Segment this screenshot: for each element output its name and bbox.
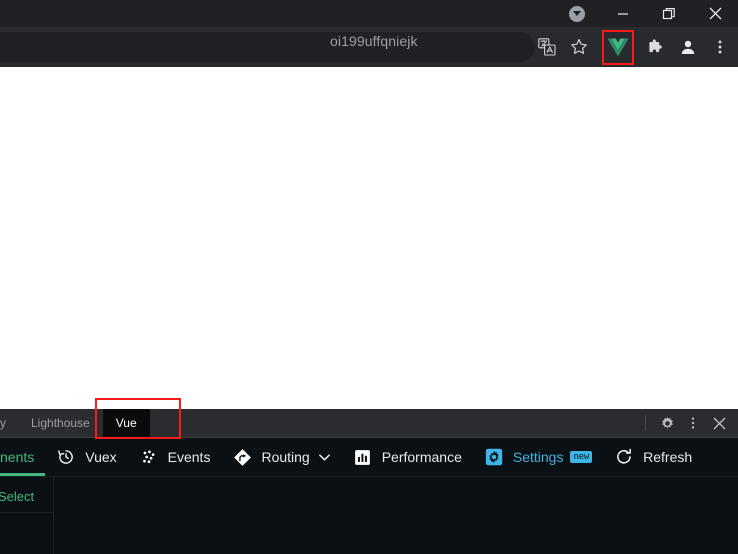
devtools-more-options-icon[interactable] xyxy=(680,411,706,435)
vue-tab-label: Refresh xyxy=(643,449,693,465)
close-button[interactable] xyxy=(692,0,738,27)
minimize-button[interactable] xyxy=(600,0,646,27)
devtools-tab-label: Vue xyxy=(115,416,137,430)
vue-extension-icon[interactable] xyxy=(603,32,633,62)
devtools-tab-label: y xyxy=(0,416,6,430)
bookmark-star-icon[interactable] xyxy=(564,32,594,62)
vue-tab-label: Performance xyxy=(381,449,462,465)
chevron-down-icon[interactable] xyxy=(318,451,331,464)
restore-button[interactable] xyxy=(646,0,692,27)
history-clock-icon xyxy=(56,447,76,467)
routing-diamond-icon xyxy=(232,447,252,467)
devtools-panel: y Lighthouse Vue nents Vuex Events Routi… xyxy=(0,409,738,554)
translate-icon[interactable] xyxy=(532,32,562,62)
vue-tab-routing[interactable]: Routing xyxy=(221,438,341,476)
sidebar-divider xyxy=(0,512,53,513)
vue-tab-vuex[interactable]: Vuex xyxy=(45,438,127,476)
page-viewport xyxy=(0,67,738,409)
vue-detail-pane xyxy=(54,477,738,554)
devtools-controls xyxy=(637,409,738,437)
devtools-tab-vue[interactable]: Vue xyxy=(102,409,150,437)
devtools-close-icon[interactable] xyxy=(706,411,732,435)
devtools-divider xyxy=(645,415,646,431)
select-label[interactable]: Select xyxy=(0,483,34,504)
new-badge: new xyxy=(570,451,593,463)
devtools-tab-security[interactable]: y xyxy=(0,409,18,437)
vue-component-sidebar: Select xyxy=(0,477,54,554)
settings-gear-icon xyxy=(484,447,504,467)
address-bar[interactable] xyxy=(0,32,535,62)
vue-tab-components[interactable]: nents xyxy=(0,438,46,476)
vue-devtools-toolbar: nents Vuex Events Routing Performance Se… xyxy=(0,438,738,477)
devtools-tab-label: Lighthouse xyxy=(31,416,90,430)
browser-toolbar: oi199uffqniejk xyxy=(0,27,738,67)
vue-tab-performance[interactable]: Performance xyxy=(342,438,473,476)
downloads-icon[interactable] xyxy=(554,0,600,27)
vue-tab-label: Settings xyxy=(512,449,564,465)
devtools-tab-lighthouse[interactable]: Lighthouse xyxy=(18,409,103,437)
vue-tab-label: Events xyxy=(167,449,211,465)
performance-bars-icon xyxy=(353,447,373,467)
profile-avatar-icon[interactable] xyxy=(673,32,703,62)
address-bar-text: oi199uffqniejk xyxy=(330,33,418,49)
window-controls xyxy=(554,0,738,27)
browser-titlebar xyxy=(0,0,738,27)
vue-tab-events[interactable]: Events xyxy=(128,438,222,476)
refresh-icon xyxy=(614,447,634,467)
devtools-tabbar: y Lighthouse Vue xyxy=(0,409,738,438)
browser-window: oi199uffqniejk y Lighthouse Vue nents Vu… xyxy=(0,0,738,554)
devtools-settings-gear-icon[interactable] xyxy=(654,411,680,435)
vue-tab-refresh[interactable]: Refresh xyxy=(603,438,703,476)
vue-devtools-panel: nents Vuex Events Routing Performance Se… xyxy=(0,438,738,554)
vue-tab-label: nents xyxy=(0,449,35,465)
events-dots-icon xyxy=(139,447,159,467)
toolbar-icons xyxy=(531,27,736,67)
active-tab-underline xyxy=(0,473,46,476)
vue-devtools-body: Select xyxy=(0,477,738,554)
vue-tab-label: Routing xyxy=(261,449,310,465)
chrome-menu-icon[interactable] xyxy=(705,32,735,62)
extensions-puzzle-icon[interactable] xyxy=(641,32,671,62)
vue-tab-label: Vuex xyxy=(85,449,117,465)
vue-tab-settings[interactable]: Settings new xyxy=(473,438,603,476)
